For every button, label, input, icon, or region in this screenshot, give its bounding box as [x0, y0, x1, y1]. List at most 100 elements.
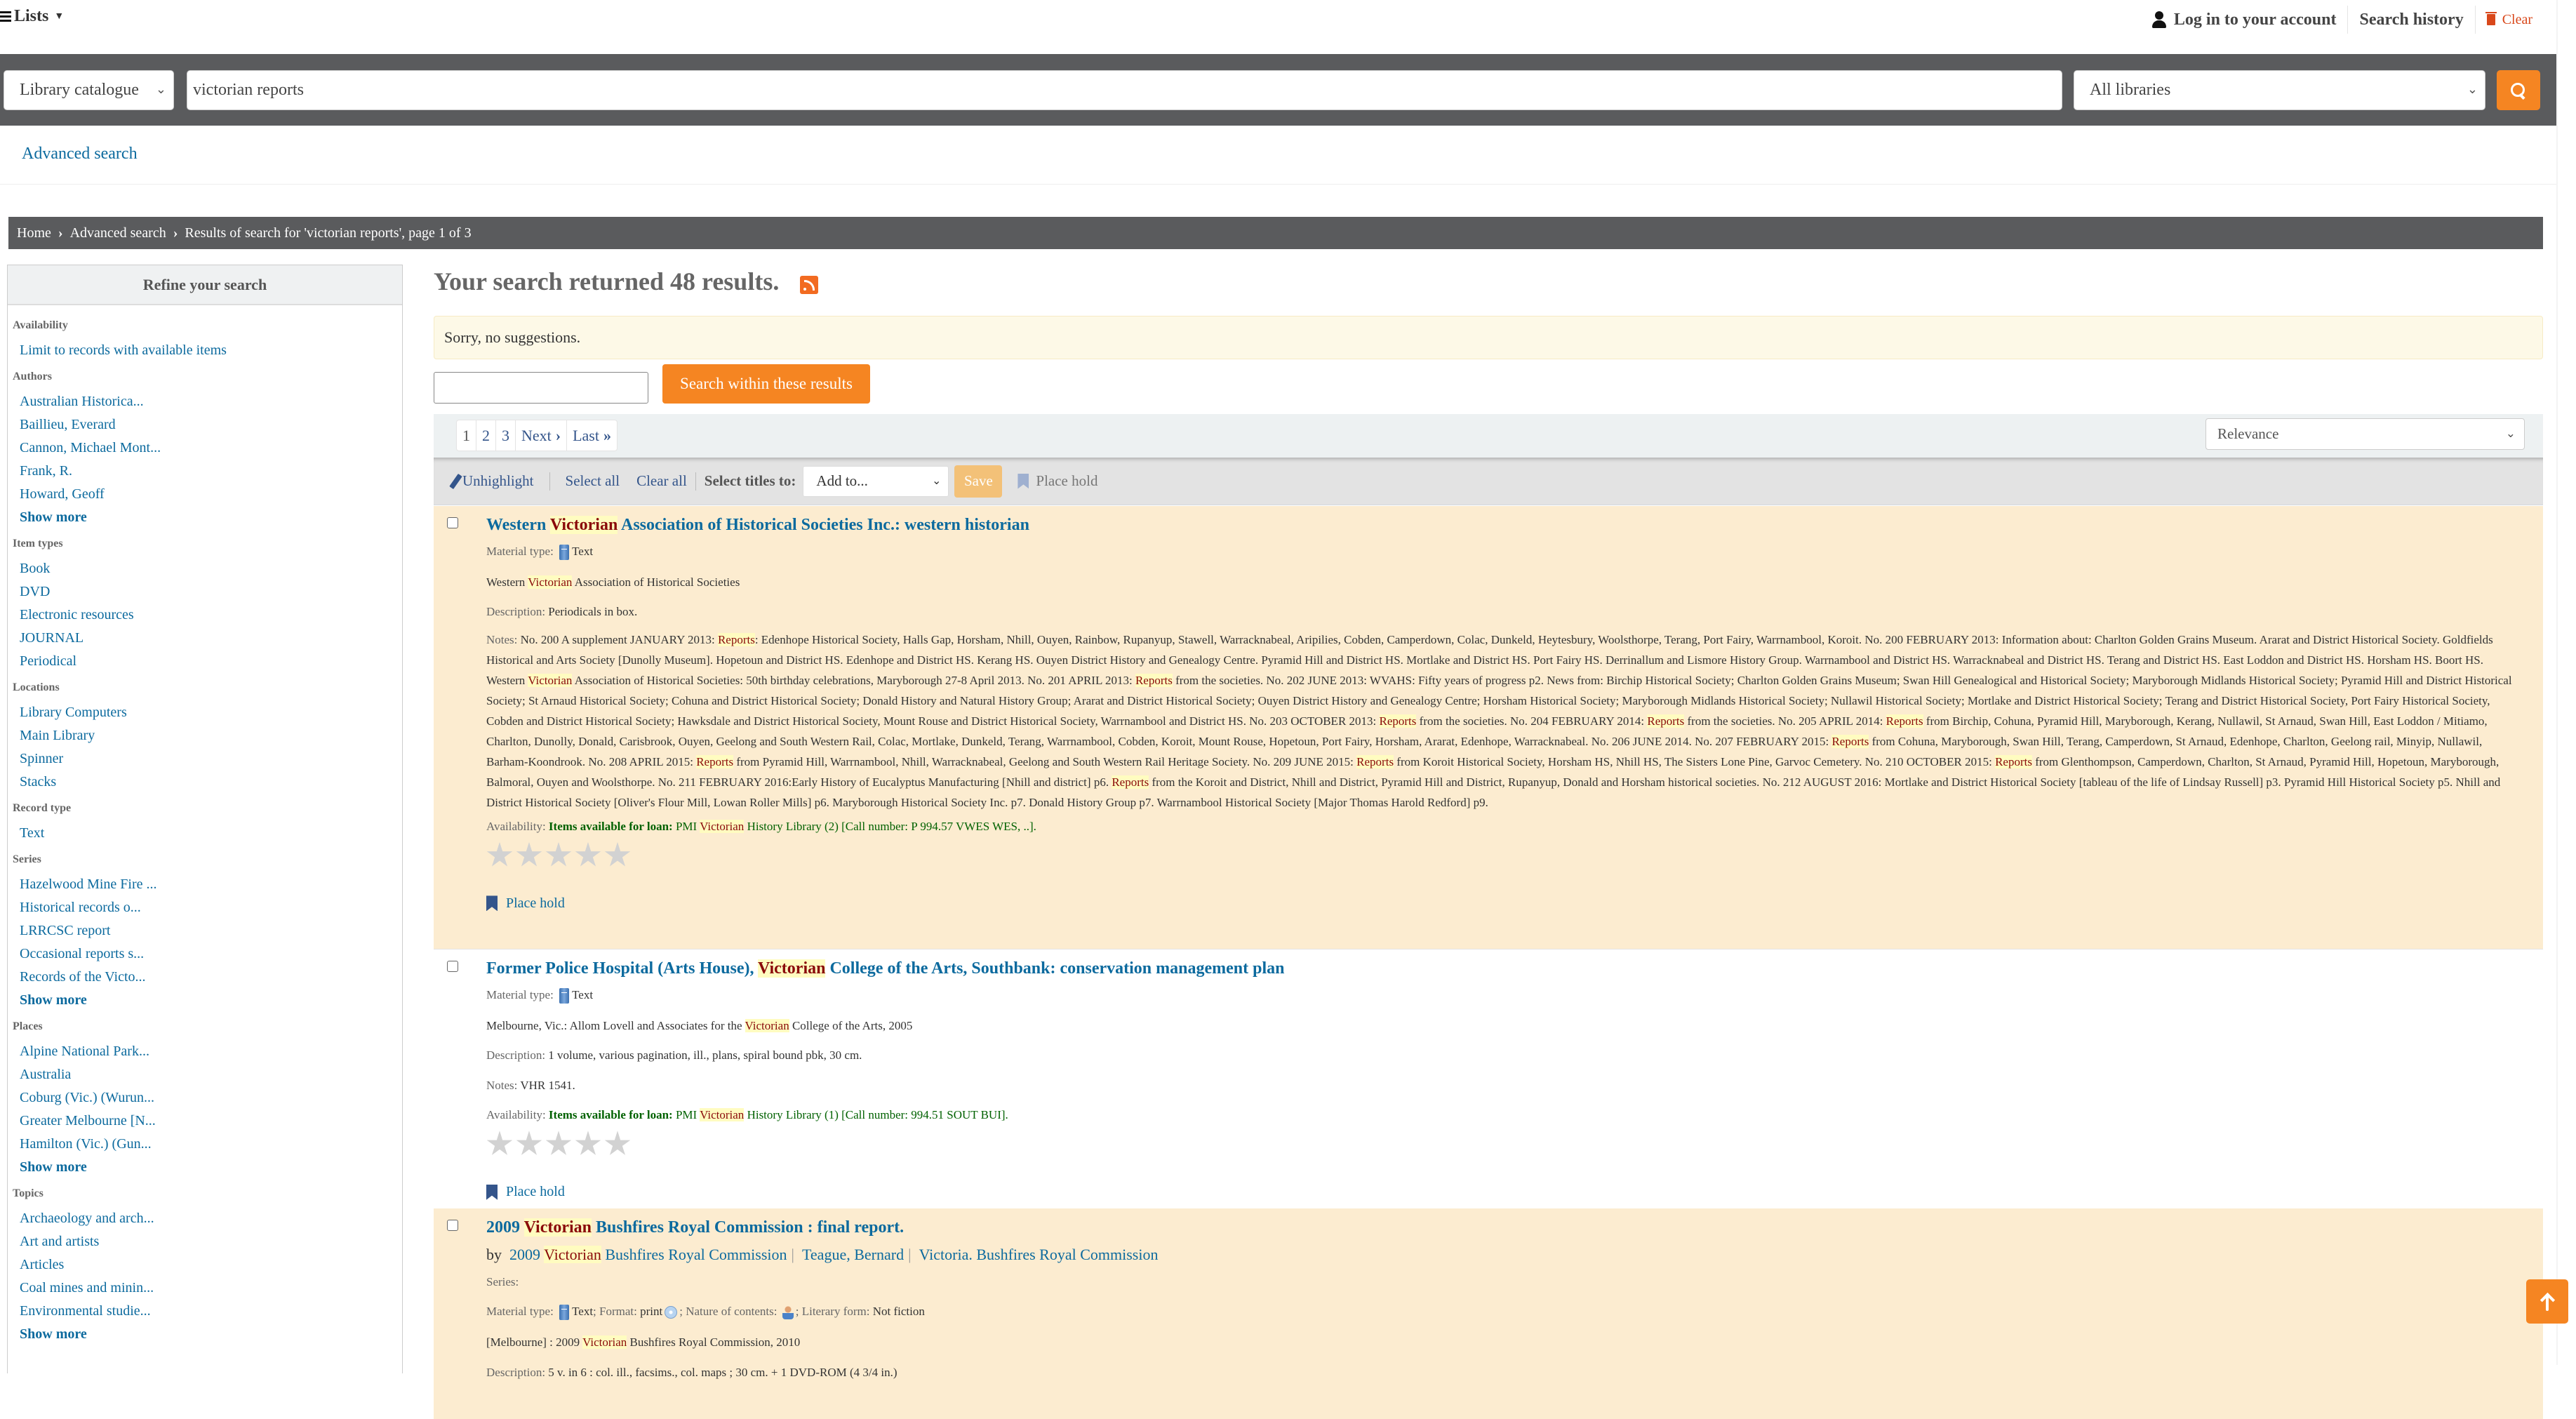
publisher-text: Melbourne, Vic.: Allom Lovell and Associ…	[486, 1019, 745, 1033]
place-hold-link[interactable]: Place hold	[486, 1184, 2522, 1200]
facet-show-more-link[interactable]: Show more	[13, 989, 402, 1012]
facet-item[interactable]: Occasional reports s...	[13, 942, 402, 966]
result-title-link[interactable]: Former Police Hospital (Arts House), Vic…	[486, 959, 2522, 978]
next-page-link[interactable]: Next ›	[516, 420, 568, 451]
result-checkbox[interactable]	[447, 1220, 458, 1231]
library-select[interactable]: All libraries ⌄	[2074, 70, 2485, 110]
search-term-highlight: Reports	[1647, 714, 1685, 728]
facet-show-more-link[interactable]: Show more	[13, 1156, 402, 1179]
facet-item[interactable]: DVD	[13, 580, 402, 604]
clear-history-link[interactable]: Clear	[2476, 6, 2544, 34]
availability-text: History Library (1) [Call number: 994.51…	[744, 1108, 1008, 1122]
facet-item[interactable]: Records of the Victo...	[13, 966, 402, 989]
facet-item[interactable]: Spinner	[13, 747, 402, 771]
facet-item[interactable]: Australian Historica...	[13, 390, 402, 413]
facet-item[interactable]: Text	[13, 822, 402, 845]
star-icon[interactable]	[516, 841, 542, 867]
result-title-link[interactable]: 2009 Victorian Bushfires Royal Commissio…	[486, 1218, 2522, 1237]
title-text: Western	[486, 516, 550, 534]
toolbar-place-hold-button[interactable]: Place hold	[1017, 472, 1097, 490]
save-button[interactable]: Save	[954, 465, 1003, 498]
search-history-link[interactable]: Search history	[2348, 6, 2476, 34]
page-1[interactable]: 1	[457, 420, 476, 451]
search-submit-button[interactable]	[2497, 70, 2540, 110]
user-links: Log in to your account Search history Cl…	[2140, 6, 2544, 34]
result-checkbox[interactable]	[447, 961, 458, 972]
facet-item[interactable]: Limit to records with available items	[13, 339, 402, 362]
facet-item[interactable]: Art and artists	[13, 1230, 402, 1253]
star-icon[interactable]	[545, 1131, 572, 1155]
unhighlight-button[interactable]: Unhighlight	[449, 472, 534, 490]
author-link[interactable]: Teague, Bernard	[802, 1246, 904, 1263]
author-link[interactable]: 2009 Victorian Bushfires Royal Commissio…	[509, 1246, 787, 1263]
facet-item[interactable]: Electronic resources	[13, 604, 402, 627]
star-icon[interactable]	[604, 841, 631, 867]
facet-title: Availability	[13, 319, 68, 331]
star-icon[interactable]	[604, 1131, 631, 1155]
search-within-input[interactable]	[434, 372, 648, 404]
star-icon[interactable]	[545, 841, 572, 867]
facet-show-more-link[interactable]: Show more	[13, 1323, 402, 1346]
star-icon[interactable]	[486, 1131, 513, 1155]
rss-icon[interactable]	[800, 276, 819, 294]
facet-item[interactable]: Howard, Geoff	[13, 483, 402, 506]
facet-item[interactable]: Environmental studie...	[13, 1300, 402, 1323]
facet-item[interactable]: JOURNAL	[13, 627, 402, 650]
result-title-link[interactable]: Western Victorian Association of Histori…	[486, 516, 2522, 535]
facet-item[interactable]: Articles	[13, 1253, 402, 1277]
facet-item[interactable]: Alpine National Park...	[13, 1040, 402, 1063]
lists-menu-button[interactable]: Lists ▼	[0, 7, 64, 26]
facet-item[interactable]: Hamilton (Vic.) (Gun...	[13, 1133, 402, 1156]
page-3[interactable]: 3	[496, 420, 516, 451]
facet-item[interactable]: Hazelwood Mine Fire ...	[13, 873, 402, 896]
facet-item[interactable]: Frank, R.	[13, 460, 402, 483]
login-link[interactable]: Log in to your account	[2140, 6, 2349, 34]
author-link[interactable]: Victoria. Bushfires Royal Commission	[919, 1246, 1159, 1263]
breadcrumb-advanced-search[interactable]: Advanced search	[70, 225, 166, 241]
facet-item[interactable]: Library Computers	[13, 701, 402, 724]
place-hold-label: Place hold	[506, 1184, 565, 1200]
sort-select[interactable]: Relevance ⌄	[2205, 418, 2525, 450]
facet-item[interactable]: LRRCSC report	[13, 919, 402, 942]
search-within-button[interactable]: Search within these results	[662, 364, 870, 404]
facet-item[interactable]: Historical records o...	[13, 896, 402, 919]
advanced-search-link[interactable]: Advanced search	[22, 145, 138, 164]
star-icon[interactable]	[516, 1131, 542, 1155]
material-type-value: Text	[572, 988, 594, 1001]
facet-item[interactable]: Archaeology and arch...	[13, 1207, 402, 1230]
facet-show-more-link[interactable]: Show more	[13, 506, 402, 529]
select-all-link[interactable]: Select all	[566, 472, 620, 490]
breadcrumb-home[interactable]: Home	[17, 225, 51, 241]
last-page-link[interactable]: Last»	[567, 420, 617, 451]
add-to-select[interactable]: Add to... ⌄	[803, 465, 949, 497]
facet-item[interactable]: Stacks	[13, 771, 402, 794]
back-to-top-button[interactable]	[2526, 1279, 2568, 1324]
facet-item[interactable]: Greater Melbourne [N...	[13, 1110, 402, 1133]
description-value: 1 volume, various pagination, ill., plan…	[548, 1048, 862, 1062]
facet-item[interactable]: Coal mines and minin...	[13, 1277, 402, 1300]
material-type-label: Material type:	[486, 545, 554, 558]
list-icon	[0, 11, 11, 23]
availability-label: Availability:	[486, 819, 546, 833]
clear-all-link[interactable]: Clear all	[636, 472, 687, 490]
search-term-highlight: Reports	[1831, 734, 1869, 748]
search-query-input[interactable]: victorian reports	[187, 70, 2062, 110]
publisher-text: [Melbourne] : 2009	[486, 1335, 583, 1350]
catalogue-select[interactable]: Library catalogue ⌄	[4, 70, 174, 110]
place-hold-link[interactable]: Place hold	[486, 895, 2522, 912]
star-icon[interactable]	[575, 1131, 601, 1155]
facet-item[interactable]: Baillieu, Everard	[13, 413, 402, 437]
star-rating	[486, 1131, 2522, 1157]
selection-toolbar: Unhighlight Select all Clear all Select …	[434, 458, 2543, 505]
result-availability: Availability: Items available for loan: …	[486, 1108, 2522, 1122]
facet-item[interactable]: Australia	[13, 1063, 402, 1086]
facet-item[interactable]: Main Library	[13, 724, 402, 747]
star-icon[interactable]	[486, 841, 513, 867]
page-2[interactable]: 2	[476, 420, 496, 451]
result-checkbox[interactable]	[447, 517, 458, 528]
facet-item[interactable]: Periodical	[13, 650, 402, 673]
facet-item[interactable]: Cannon, Michael Mont...	[13, 437, 402, 460]
facet-item[interactable]: Book	[13, 557, 402, 580]
facet-item[interactable]: Coburg (Vic.) (Wurun...	[13, 1086, 402, 1110]
star-icon[interactable]	[575, 841, 601, 867]
